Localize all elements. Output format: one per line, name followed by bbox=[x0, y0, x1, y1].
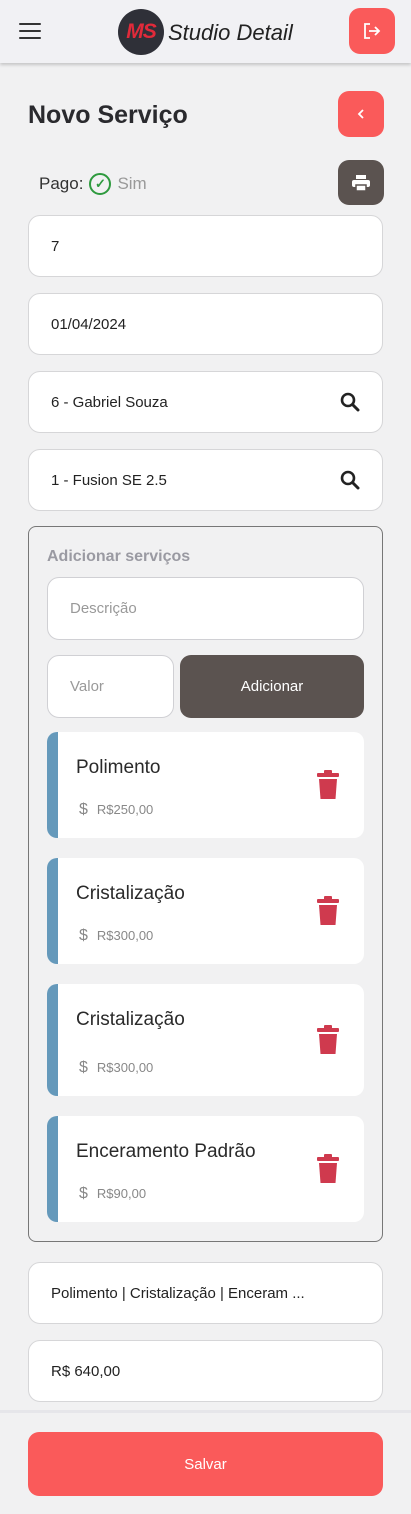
client-value: 6 - Gabriel Souza bbox=[51, 393, 168, 411]
service-card: Cristalização $ R$300,00 bbox=[47, 984, 364, 1096]
service-name: Polimento bbox=[76, 757, 161, 778]
service-card: Cristalização $ R$300,00 bbox=[47, 858, 364, 964]
vehicle-value: 1 - Fusion SE 2.5 bbox=[51, 471, 167, 489]
value-input[interactable]: Valor bbox=[47, 655, 174, 718]
paid-status: Pago: ✓ Sim bbox=[39, 173, 147, 195]
service-price-value: R$300,00 bbox=[96, 928, 154, 943]
check-circle-icon: ✓ bbox=[89, 173, 112, 195]
paid-value: Sim bbox=[117, 174, 147, 193]
date-value: 01/04/2024 bbox=[51, 315, 127, 333]
service-card: Polimento $ R$250,00 bbox=[47, 732, 364, 838]
search-icon[interactable] bbox=[340, 392, 360, 412]
trash-icon[interactable] bbox=[317, 1154, 339, 1184]
add-services-title: Adicionar serviços bbox=[47, 548, 191, 565]
service-card: Enceramento Padrão $ R$90,00 bbox=[47, 1116, 364, 1222]
vehicle-field[interactable]: 1 - Fusion SE 2.5 bbox=[28, 449, 383, 511]
service-price-value: R$250,00 bbox=[96, 802, 154, 817]
dollar-icon: $ bbox=[79, 801, 88, 818]
card-accent-bar bbox=[47, 984, 58, 1096]
card-accent-bar bbox=[47, 732, 58, 838]
service-id-value: 7 bbox=[51, 237, 60, 255]
services-summary-field[interactable]: Polimento | Cristalização | Enceram ... bbox=[28, 1262, 383, 1324]
service-price: $ R$300,00 bbox=[79, 1059, 153, 1077]
service-name: Cristalização bbox=[76, 1009, 185, 1030]
dollar-icon: $ bbox=[79, 927, 88, 944]
paid-label: Pago: bbox=[39, 174, 84, 193]
logo: MS bbox=[118, 9, 164, 55]
back-button[interactable] bbox=[338, 91, 384, 137]
print-button[interactable] bbox=[338, 160, 384, 205]
total-value: R$ 640,00 bbox=[51, 1362, 121, 1380]
service-price: $ R$90,00 bbox=[79, 1185, 146, 1203]
service-name: Cristalização bbox=[76, 883, 185, 904]
page-title: Novo Serviço bbox=[28, 101, 188, 129]
logout-icon bbox=[364, 23, 381, 39]
logout-button[interactable] bbox=[349, 8, 395, 54]
menu-icon[interactable] bbox=[19, 23, 41, 40]
client-field[interactable]: 6 - Gabriel Souza bbox=[28, 371, 383, 433]
add-service-button[interactable]: Adicionar bbox=[180, 655, 364, 718]
search-icon[interactable] bbox=[340, 470, 360, 490]
service-name: Enceramento Padrão bbox=[76, 1141, 256, 1162]
dollar-icon: $ bbox=[79, 1059, 88, 1076]
app-header: MS Studio Detail bbox=[0, 0, 411, 63]
service-price-value: R$300,00 bbox=[96, 1060, 154, 1075]
date-field[interactable]: 01/04/2024 bbox=[28, 293, 383, 355]
save-button[interactable]: Salvar bbox=[28, 1432, 383, 1496]
service-price: $ R$300,00 bbox=[79, 927, 153, 945]
trash-icon[interactable] bbox=[317, 770, 339, 800]
total-field[interactable]: R$ 640,00 bbox=[28, 1340, 383, 1402]
brand-name: Studio Detail bbox=[168, 20, 293, 45]
service-price-value: R$90,00 bbox=[96, 1186, 147, 1201]
dollar-icon: $ bbox=[79, 1185, 88, 1202]
description-placeholder: Descrição bbox=[70, 600, 137, 617]
description-input[interactable]: Descrição bbox=[47, 577, 364, 640]
services-summary-value: Polimento | Cristalização | Enceram ... bbox=[51, 1284, 305, 1302]
chevron-left-icon bbox=[357, 109, 364, 119]
trash-icon[interactable] bbox=[317, 1025, 339, 1055]
service-price: $ R$250,00 bbox=[79, 801, 153, 819]
card-accent-bar bbox=[47, 858, 58, 964]
value-placeholder: Valor bbox=[70, 678, 104, 695]
trash-icon[interactable] bbox=[317, 896, 339, 926]
service-id-field[interactable]: 7 bbox=[28, 215, 383, 277]
card-accent-bar bbox=[47, 1116, 58, 1222]
printer-icon bbox=[352, 174, 370, 191]
